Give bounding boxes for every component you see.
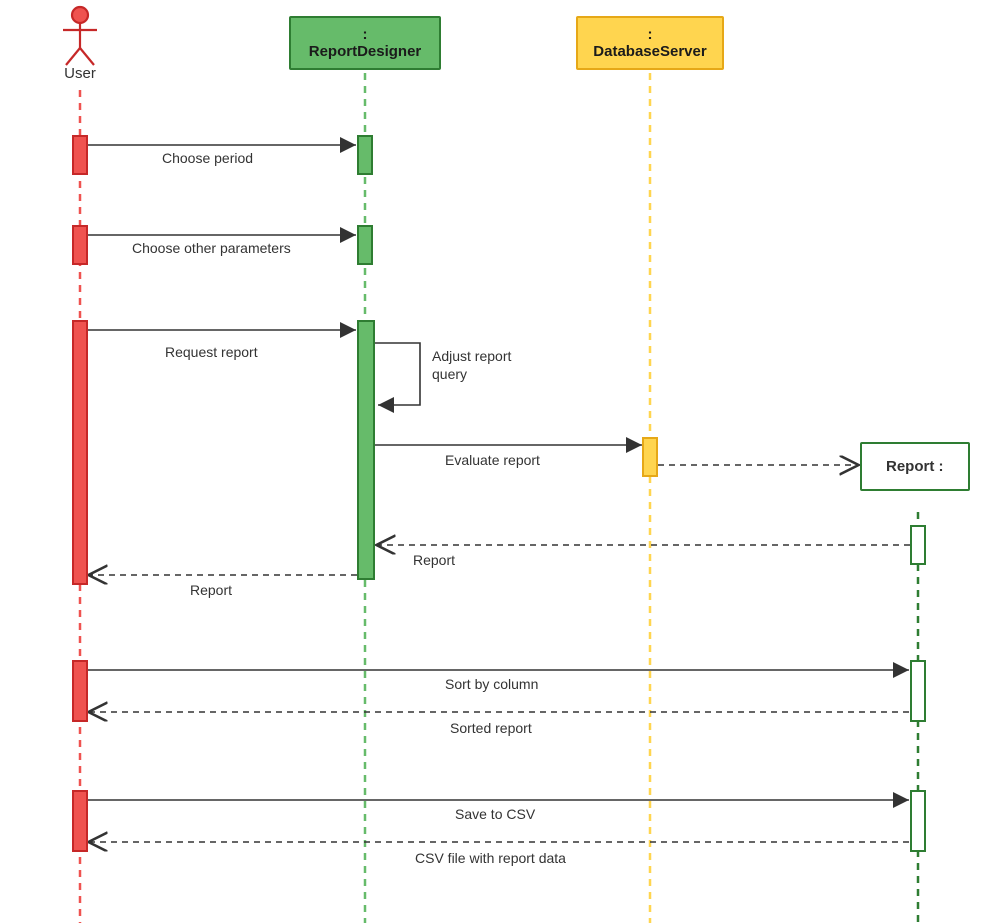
message-request-report: Request report [165, 344, 258, 360]
participant-report-designer: : ReportDesigner [289, 16, 441, 70]
message-choose-params: Choose other parameters [132, 240, 291, 256]
activation-user-3 [72, 320, 88, 585]
activation-designer-1 [357, 135, 373, 175]
participant-database-server: : DatabaseServer [576, 16, 724, 70]
activation-user-5 [72, 790, 88, 852]
participant-user-label: User [64, 65, 96, 82]
message-save-csv: Save to CSV [455, 806, 535, 822]
activation-report-3 [910, 790, 926, 852]
activation-user-2 [72, 225, 88, 265]
message-adjust-query: Adjust report query [432, 348, 542, 383]
actor-icon [63, 7, 97, 65]
participant-report: Report : [860, 442, 970, 491]
activation-user-4 [72, 660, 88, 722]
message-sorted-report: Sorted report [450, 720, 532, 736]
activation-report-2 [910, 660, 926, 722]
activation-db-1 [642, 437, 658, 477]
message-sort-by-column: Sort by column [445, 676, 538, 692]
message-csv-return: CSV file with report data [415, 850, 566, 866]
activation-designer-3 [357, 320, 375, 580]
activation-user-1 [72, 135, 88, 175]
message-choose-period: Choose period [162, 150, 253, 166]
activation-report-1 [910, 525, 926, 565]
message-report-return-2: Report [190, 582, 232, 598]
sequence-diagram: User : ReportDesigner : DatabaseServer R… [0, 0, 997, 923]
activation-designer-2 [357, 225, 373, 265]
message-evaluate-report: Evaluate report [445, 452, 540, 468]
message-report-return-1: Report [413, 552, 455, 568]
